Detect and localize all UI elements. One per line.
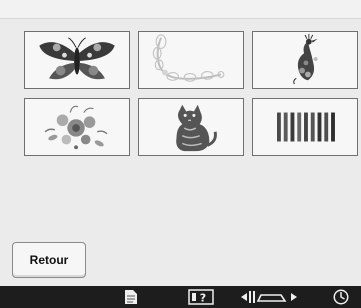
back-button[interactable]: Retour	[12, 242, 86, 278]
design-tile-peacock[interactable]	[252, 31, 358, 89]
floral-corner-design-icon	[152, 34, 225, 82]
design-tile-floral-corner[interactable]	[138, 31, 244, 89]
presser-foot-icon[interactable]	[238, 287, 300, 307]
butterfly-design-icon	[39, 37, 115, 80]
bottom-toolbar: ?	[0, 286, 361, 308]
svg-text:?: ?	[200, 292, 206, 305]
top-bar	[0, 0, 361, 19]
peacock-design-icon	[293, 33, 318, 85]
design-tile-cat[interactable]	[138, 98, 244, 156]
cat-design-icon	[176, 104, 217, 152]
clock-icon[interactable]	[330, 287, 352, 307]
design-tile-butterfly[interactable]	[24, 31, 130, 89]
page-icon[interactable]	[121, 287, 141, 307]
color-bars-design-icon	[277, 112, 335, 142]
flower-bouquet-design-icon	[44, 105, 108, 150]
design-tile-flower-bouquet[interactable]	[24, 98, 130, 156]
design-tile-color-bars[interactable]	[252, 98, 358, 156]
help-icon[interactable]: ?	[186, 287, 216, 307]
